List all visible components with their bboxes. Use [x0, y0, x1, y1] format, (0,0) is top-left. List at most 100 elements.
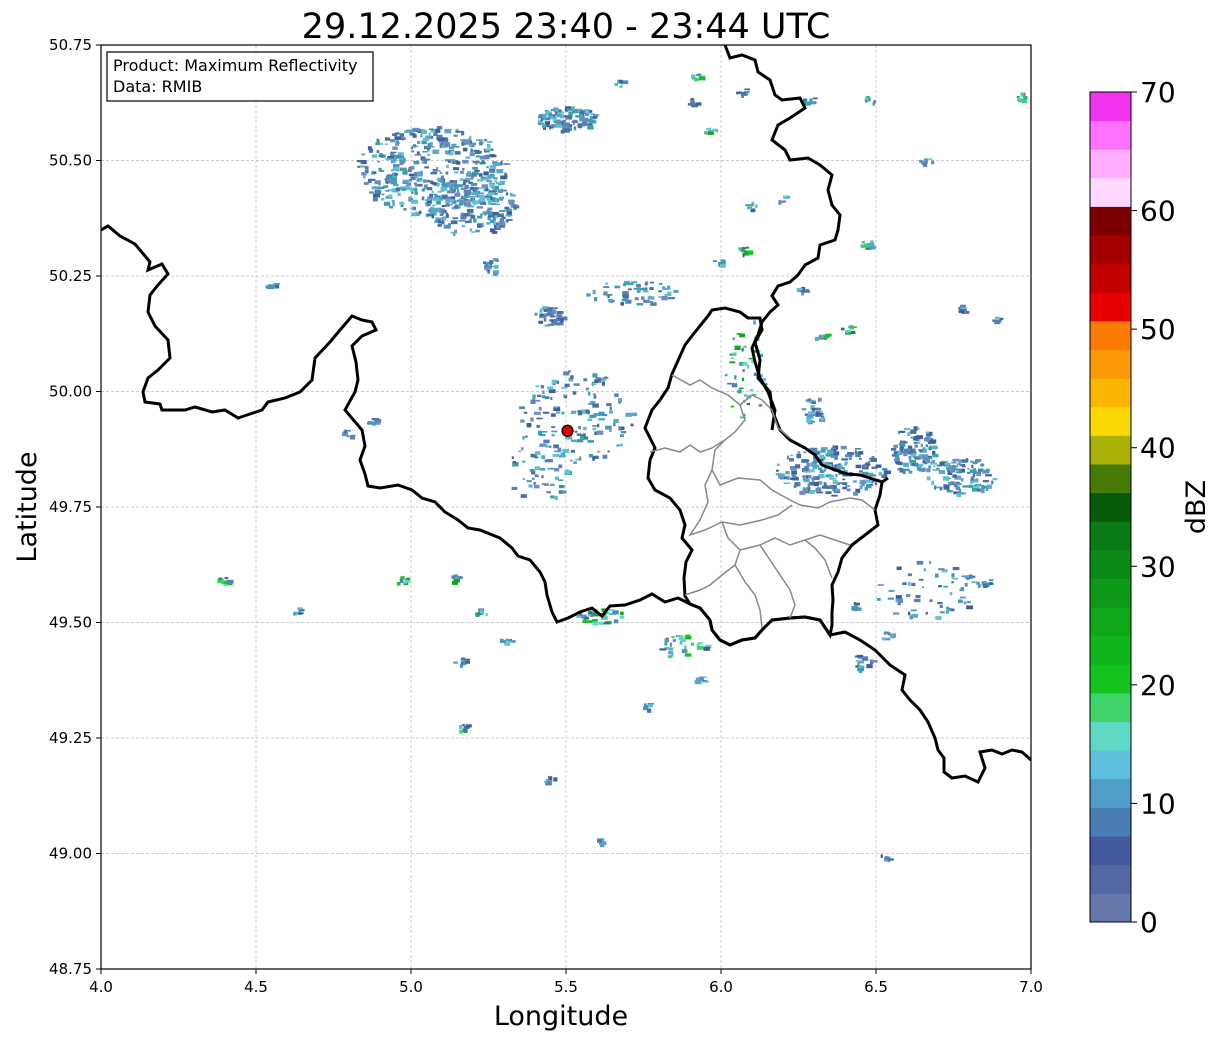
echo-pixel	[938, 470, 946, 474]
echo-pixel	[603, 286, 610, 288]
echo-pixel	[470, 173, 477, 177]
echo-pixel	[529, 469, 535, 472]
echo-pixel	[462, 661, 466, 666]
echo-pixel	[431, 190, 434, 193]
echo-pixel	[804, 413, 808, 416]
echo-pixel	[448, 203, 453, 206]
echo-pixel	[592, 427, 597, 431]
echo-pixel	[456, 161, 461, 165]
echo-pixel	[374, 190, 382, 195]
echo-pixel	[824, 461, 829, 466]
echo-pixel	[473, 149, 480, 152]
echo-pixel	[944, 484, 950, 489]
echo-pixel	[691, 75, 696, 78]
echo-pixel	[592, 373, 598, 378]
echo-pixel	[585, 387, 589, 391]
colorbar-swatch	[1090, 750, 1131, 780]
echo-pixel	[454, 192, 461, 197]
echo-pixel	[952, 577, 959, 580]
echo-pixel	[926, 438, 930, 442]
echo-pixel	[494, 227, 501, 230]
echo-pixel	[920, 443, 923, 448]
echo-pixel	[596, 430, 604, 435]
echo-pixel	[543, 439, 550, 444]
echo-pixel	[898, 430, 906, 433]
x-tick-label: 6.5	[864, 978, 888, 996]
echo-pixel	[459, 178, 464, 181]
echo-pixel	[487, 207, 493, 211]
echo-pixel	[397, 155, 404, 158]
echo-pixel	[620, 302, 625, 306]
echo-pixel	[541, 455, 546, 460]
echo-pixel	[811, 479, 815, 483]
echo-pixel	[827, 449, 834, 455]
echo-pixel	[702, 681, 709, 683]
echo-pixel	[589, 414, 597, 418]
echo-pixel	[593, 395, 597, 399]
echo-pixel	[421, 161, 425, 164]
echo-pixel	[533, 482, 536, 485]
echo-pixel	[840, 445, 847, 450]
echo-pixel	[914, 457, 921, 460]
echo-pixel	[598, 378, 602, 383]
echo-pixel	[452, 188, 456, 192]
echo-pixel	[964, 583, 968, 587]
colorbar-swatch	[1090, 177, 1131, 207]
echo-pixel	[743, 345, 747, 348]
echo-pixel	[391, 200, 395, 203]
echo-pixel	[903, 462, 909, 468]
echo-pixel	[561, 453, 564, 458]
echo-pixel	[547, 386, 554, 390]
echo-pixel	[378, 170, 385, 172]
echo-pixel	[592, 289, 596, 295]
colorbar-swatch	[1090, 864, 1131, 894]
echo-pixel	[919, 449, 923, 453]
echo-pixel	[546, 459, 553, 463]
echo-pixel	[540, 117, 544, 122]
colorbar-swatch	[1090, 120, 1131, 150]
echo-pixel	[829, 477, 836, 480]
echo-pixel	[614, 619, 619, 624]
echo-pixel	[494, 192, 498, 196]
echo-pixel	[422, 151, 428, 153]
echo-pixel	[857, 668, 864, 672]
echo-pixel	[564, 383, 570, 388]
colorbar-swatch	[1090, 263, 1131, 293]
echo-pixel	[619, 434, 624, 437]
echo-pixel	[429, 142, 433, 146]
echo-pixel	[445, 212, 448, 217]
echo-pixel	[453, 661, 458, 664]
echo-pixel	[475, 229, 480, 233]
echo-pixel	[551, 379, 557, 384]
echo-pixel	[567, 108, 574, 111]
echo-pixel	[570, 459, 573, 462]
echo-pixel	[602, 454, 608, 459]
echo-pixel	[565, 437, 573, 440]
echo-pixel	[870, 660, 878, 663]
echo-pixel	[489, 183, 495, 188]
echo-pixel	[478, 187, 486, 189]
echo-pixel	[953, 459, 957, 462]
echo-pixel	[532, 394, 536, 399]
echo-pixel	[568, 370, 571, 373]
echo-pixel	[485, 154, 490, 159]
echo-pixel	[939, 604, 943, 608]
echo-pixel	[572, 122, 576, 126]
echo-pixel	[406, 577, 411, 580]
echo-pixel	[858, 661, 865, 664]
echo-pixel	[533, 484, 540, 489]
echo-pixel	[952, 474, 957, 478]
echo-pixel	[412, 134, 417, 138]
echo-pixel	[521, 447, 524, 451]
echo-pixel	[813, 476, 816, 479]
echo-pixel	[486, 180, 493, 183]
echo-pixel	[495, 199, 498, 203]
echo-pixel	[468, 219, 472, 223]
echo-pixel	[572, 391, 577, 395]
echo-pixel	[958, 309, 965, 314]
echo-pixel	[437, 190, 442, 193]
echo-pixel	[432, 197, 440, 201]
echo-pixel	[414, 187, 418, 192]
echo-pixel	[668, 650, 674, 655]
echo-pixel	[934, 485, 937, 490]
